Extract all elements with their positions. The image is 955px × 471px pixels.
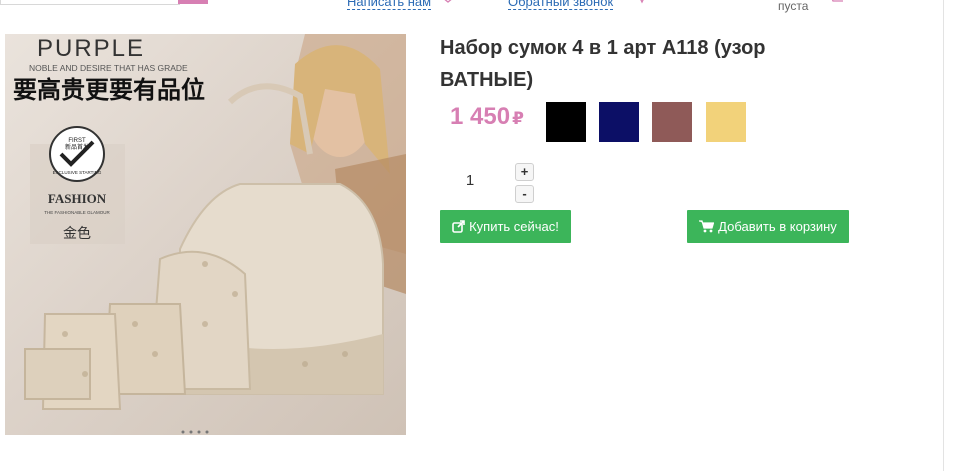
add-to-cart-button[interactable]: Добавить в корзину [687,210,849,243]
product-title: Набор сумок 4 в 1 арт А118 (узор ВАТНЫЕ) [440,37,766,91]
image-fashion: FASHION [48,191,107,206]
add-to-cart-label: Добавить в корзину [718,219,837,234]
currency-sign: ₽ [512,109,524,128]
product-price: 1 450 ₽ [450,103,524,131]
buy-now-label: Купить сейчас! [469,219,559,234]
search-button[interactable] [178,0,208,4]
price-value: 1 450 [450,103,511,130]
image-badge-mid: 新品首发 [65,143,89,151]
image-chinese-headline: 要高贵更要有品位 [13,76,205,104]
quantity-input[interactable]: 1 [454,172,486,189]
color-swatch-navy[interactable] [599,102,639,142]
quantity-increase-button[interactable]: + [515,163,534,181]
content-border [943,0,944,471]
image-gold-color: 金色 [63,225,91,242]
quantity-decrease-button[interactable]: - [515,185,534,203]
buy-now-button[interactable]: Купить сейчас! [440,210,571,243]
search-input[interactable] [0,0,180,5]
mail-icon [444,0,452,3]
color-swatch-dusty-rose[interactable] [652,102,692,142]
image-brand: PURPLE [37,35,145,62]
write-us-link[interactable]: Написать нам [347,0,432,10]
cart-status[interactable]: пуста [778,0,808,13]
color-swatch-sand-yellow[interactable] [706,102,746,142]
shopping-cart-icon [699,220,715,233]
image-badge-ribbon: EXCLUSIVE STARTING [53,170,102,175]
callback-link[interactable]: Обратный звонок [508,0,614,10]
image-tagline: NOBLE AND DESIRE THAT HAS GRADE [29,63,188,73]
external-link-icon [452,220,465,233]
product-image[interactable]: PURPLE NOBLE AND DESIRE THAT HAS GRADE 要… [5,34,406,435]
cart-icon[interactable] [830,0,844,2]
image-fashion-sub: THE FASHIONABLE GLAMOUR [44,210,110,215]
color-swatch-black[interactable] [546,102,586,142]
phone-icon [640,0,644,4]
